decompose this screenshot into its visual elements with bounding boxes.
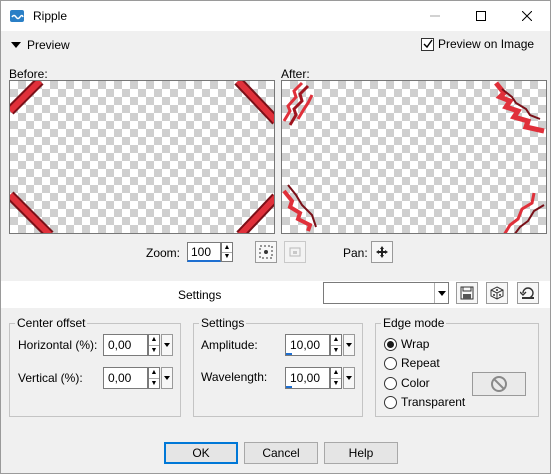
radio-circle [384, 376, 397, 390]
after-label: After: [281, 67, 310, 81]
before-preview[interactable] [9, 80, 275, 234]
edge-mode-option-label: Repeat [401, 356, 440, 370]
radio-circle [384, 395, 397, 409]
collapse-triangle-icon [11, 42, 21, 48]
wavelength-spinner[interactable]: ▲ ▼ [330, 367, 342, 389]
wavelength-value: 10,00 [290, 371, 321, 385]
reset-button[interactable] [517, 282, 539, 304]
zoom-input[interactable]: 100 [187, 242, 221, 262]
edge-mode-title: Edge mode [381, 316, 447, 330]
spin-down-icon[interactable]: ▼ [149, 344, 159, 356]
after-preview[interactable] [281, 80, 547, 234]
vertical-spinner[interactable]: ▲ ▼ [148, 367, 160, 389]
radio-circle [384, 356, 397, 370]
spin-up-icon[interactable]: ▲ [149, 368, 159, 378]
settings-group-title: Settings [199, 316, 247, 330]
window-title: Ripple [33, 9, 68, 23]
pan-label: Pan: [343, 246, 368, 260]
maximize-button[interactable] [458, 1, 504, 31]
zoom-actual-icon [289, 247, 301, 257]
edge-color-swatch[interactable] [472, 372, 526, 396]
ripple-dialog: Ripple Preview Preview on Image Before: … [0, 0, 551, 474]
move-arrows-icon [376, 246, 388, 258]
ripple-app-icon [10, 10, 24, 22]
amplitude-level-bar [286, 353, 292, 355]
slider-arrow-icon [346, 376, 352, 380]
spin-down-icon[interactable]: ▼ [222, 251, 232, 262]
slider-arrow-icon [164, 376, 170, 380]
zoom-label: Zoom: [146, 246, 181, 260]
checkbox-box [421, 37, 434, 51]
wavelength-slider-button[interactable] [343, 367, 355, 389]
amplitude-value: 10,00 [290, 338, 321, 352]
title-bar: Ripple [1, 1, 550, 31]
preview-toggle-label: Preview [27, 38, 70, 52]
amplitude-spinner[interactable]: ▲ ▼ [330, 334, 342, 356]
radio-circle [384, 337, 397, 351]
edge-mode-color-radio[interactable]: Color [384, 376, 430, 390]
randomize-button[interactable] [486, 282, 508, 304]
preview-on-image-checkbox[interactable]: Preview on Image [421, 37, 534, 51]
close-icon [522, 11, 532, 21]
reset-icon [520, 287, 534, 299]
radio-selected-dot [387, 340, 394, 348]
minimize-icon [430, 15, 440, 17]
slider-arrow-icon [346, 343, 352, 347]
edge-mode-transparent-radio[interactable]: Transparent [384, 395, 465, 409]
dropdown-arrow-icon [434, 283, 448, 303]
save-preset-button[interactable] [456, 282, 478, 304]
save-icon [460, 286, 474, 300]
preview-toggle[interactable]: Preview [11, 38, 70, 52]
edge-mode-option-label: Color [401, 376, 430, 390]
cancel-button[interactable]: Cancel [244, 442, 318, 464]
vertical-input[interactable]: 0,00 [103, 367, 148, 389]
before-label: Before: [9, 67, 48, 81]
spin-up-icon[interactable]: ▲ [222, 243, 232, 252]
edge-mode-repeat-radio[interactable]: Repeat [384, 356, 440, 370]
no-color-icon [491, 376, 507, 392]
maximize-icon [476, 11, 486, 21]
zoom-spinner[interactable]: ▲ ▼ [221, 242, 233, 262]
preview-on-image-label: Preview on Image [438, 37, 535, 51]
vertical-slider-button[interactable] [161, 367, 173, 389]
wavelength-label: Wavelength: [201, 370, 268, 384]
edge-mode-option-label: Transparent [401, 395, 466, 409]
help-button[interactable]: Help [324, 442, 398, 464]
spin-down-icon[interactable]: ▼ [149, 377, 159, 389]
horizontal-input[interactable]: 0,00 [103, 334, 148, 356]
amplitude-label: Amplitude: [201, 338, 258, 352]
close-button[interactable] [504, 1, 550, 31]
spin-up-icon[interactable]: ▲ [331, 368, 341, 378]
spin-up-icon[interactable]: ▲ [149, 335, 159, 345]
zoom-fit-icon [259, 245, 273, 259]
horizontal-spinner[interactable]: ▲ ▼ [148, 334, 160, 356]
amplitude-input[interactable]: 10,00 [285, 334, 330, 356]
spin-down-icon[interactable]: ▼ [331, 377, 341, 389]
edge-mode-wrap-radio[interactable]: Wrap [384, 337, 429, 351]
ok-button[interactable]: OK [164, 442, 238, 464]
minimize-button[interactable] [412, 1, 458, 31]
slider-arrow-icon [164, 343, 170, 347]
settings-bar-label: Settings [178, 288, 222, 302]
wavelength-level-bar [286, 386, 292, 388]
spin-up-icon[interactable]: ▲ [331, 335, 341, 345]
before-preview-image [10, 81, 274, 233]
preset-dropdown[interactable] [323, 282, 449, 304]
pan-button[interactable] [371, 241, 393, 263]
after-preview-image [282, 81, 545, 233]
vertical-label: Vertical (%): [18, 371, 83, 385]
horizontal-slider-button[interactable] [161, 334, 173, 356]
edge-mode-option-label: Wrap [401, 337, 430, 351]
dice-icon [490, 286, 504, 300]
amplitude-slider-button[interactable] [343, 334, 355, 356]
spin-down-icon[interactable]: ▼ [331, 344, 341, 356]
zoom-fit-button[interactable] [255, 241, 277, 263]
wavelength-input[interactable]: 10,00 [285, 367, 330, 389]
horizontal-label: Horizontal (%): [18, 338, 98, 352]
zoom-actual-button[interactable] [284, 241, 306, 263]
center-offset-title: Center offset [15, 316, 88, 330]
checkmark-icon [423, 39, 433, 49]
